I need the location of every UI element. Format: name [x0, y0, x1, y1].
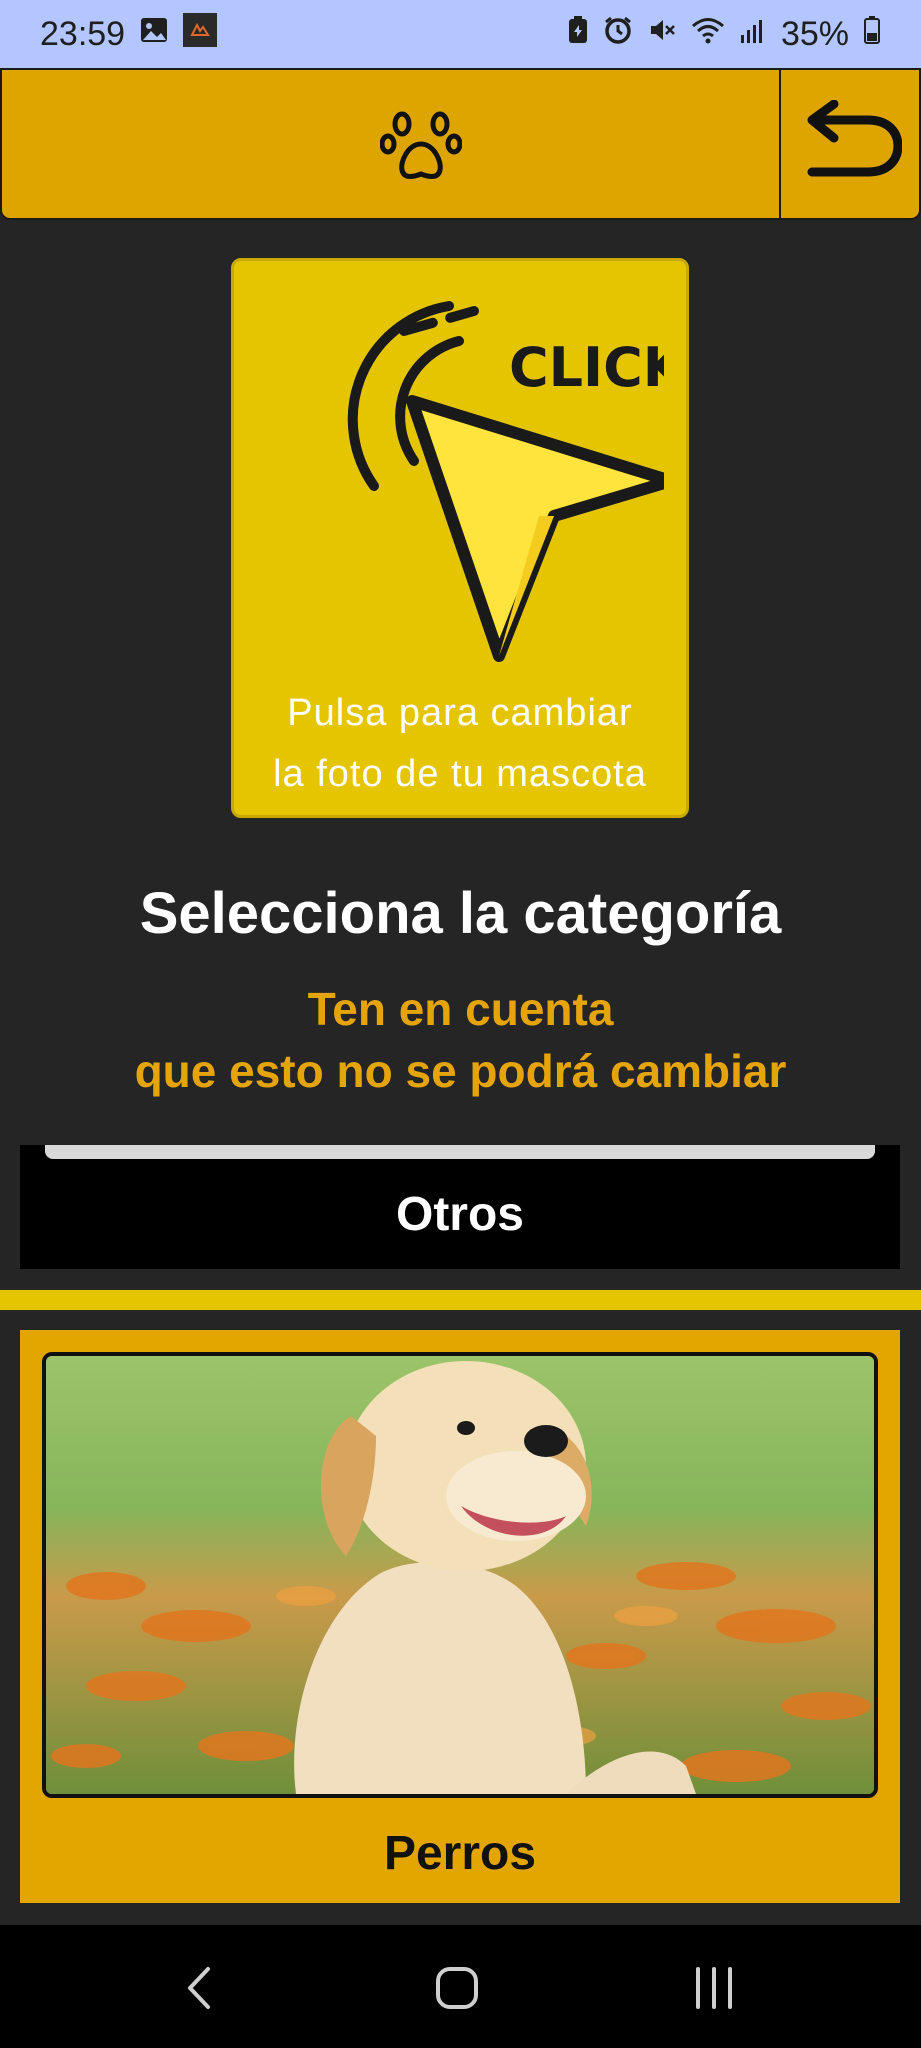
category-otros[interactable]: Otros [20, 1145, 900, 1269]
status-time: 23:59 [40, 14, 126, 53]
category-heading: Selecciona la categoría [139, 881, 782, 946]
status-left: 23:59 [40, 12, 218, 56]
photo-hint-text: Pulsa para cambiar la foto de tu mascota [273, 692, 647, 795]
battery-percent: 35% [780, 14, 849, 53]
category-otros-label: Otros [395, 1188, 524, 1241]
puppy-photo [42, 1352, 878, 1798]
app-notification-icon [183, 12, 218, 56]
category-perros-label: Perros [383, 1827, 537, 1880]
click-art-text: CLICK! [509, 336, 664, 399]
alarm-icon [603, 15, 633, 54]
recents-icon [686, 1967, 746, 2017]
home-icon [428, 1967, 488, 2017]
paw-icon [379, 110, 463, 184]
mute-icon [647, 15, 677, 54]
category-otros-image-edge [45, 1145, 875, 1159]
category-perros[interactable]: Perros [20, 1330, 900, 1903]
nav-home-button[interactable] [428, 1963, 488, 2013]
category-warning: Ten en cuenta que esto no se podrá cambi… [134, 983, 787, 1097]
change-pet-photo-button[interactable]: CLICK! Pulsa para cambiar la foto de tu … [231, 258, 709, 818]
battery-saver-icon [567, 15, 589, 54]
nav-recents-button[interactable] [686, 1963, 746, 2013]
undo-back-button[interactable] [779, 70, 919, 218]
wifi-icon [691, 15, 725, 54]
divider [0, 1290, 921, 1310]
battery-icon [863, 15, 881, 54]
undo-arrow-icon [798, 99, 903, 189]
status-bar: 23:59 35% [0, 0, 921, 68]
click-cursor-illustration: CLICK! [264, 281, 709, 681]
status-right: 35% [567, 15, 881, 54]
nav-back-button[interactable] [170, 1963, 230, 2013]
signal-icon [739, 15, 767, 54]
system-nav-bar [0, 1925, 921, 2048]
gallery-icon [139, 15, 169, 54]
app-bar [0, 68, 921, 220]
back-icon [170, 1967, 230, 2017]
